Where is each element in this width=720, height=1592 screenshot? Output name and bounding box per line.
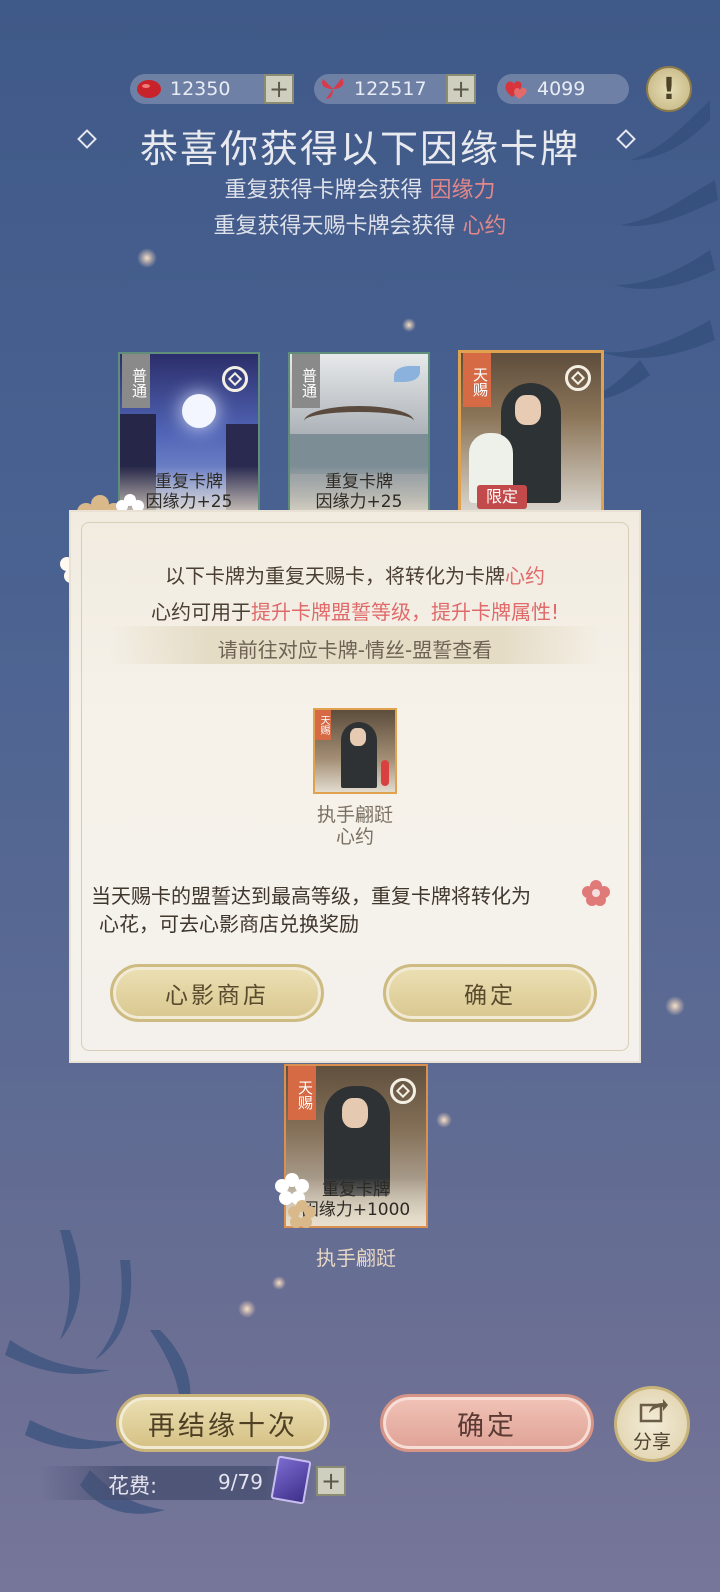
- card-emblem-icon: [565, 365, 591, 391]
- dialog-note-line-2: 心花，可去心影商店兑换奖励: [99, 912, 359, 936]
- add-red-bean-button[interactable]: +: [264, 74, 294, 104]
- share-label: 分享: [632, 1431, 671, 1453]
- heart-amount: 4099: [537, 78, 586, 100]
- butterfly-currency: 122517 +: [314, 74, 476, 104]
- bamboo-decoration-bottom-left: [5, 1230, 191, 1514]
- footer-confirm-button[interactable]: 确定: [380, 1394, 594, 1452]
- subtitle-line-2: 重复获得天赐卡牌会获得 心约: [213, 214, 507, 239]
- red-ribbon-icon: [381, 760, 389, 786]
- sakura-flower-icon: [275, 1173, 316, 1228]
- item-character-face: [350, 728, 366, 746]
- card-duplicate-label: 重复卡牌: [325, 472, 393, 492]
- card-rarity-tag: 天赐: [288, 1066, 316, 1120]
- card-common-2[interactable]: 普通 重复卡牌 因缘力+25: [288, 352, 430, 514]
- share-icon: [639, 1399, 668, 1423]
- subtitle-line-1: 重复获得卡牌会获得 因缘力: [224, 178, 496, 203]
- sparkle: [238, 1300, 256, 1318]
- heart-flower-icon: [582, 880, 610, 906]
- red-bean-amount: 12350: [170, 78, 231, 100]
- add-ticket-button[interactable]: +: [316, 1466, 346, 1496]
- bottom-card-name: 执手翩跹: [316, 1246, 396, 1270]
- share-button[interactable]: 分享: [614, 1386, 690, 1462]
- heart-shadow-shop-button[interactable]: 心影商店: [110, 964, 324, 1022]
- item-rarity-tag: 天赐: [315, 710, 331, 740]
- draw-again-ten-button[interactable]: 再结缘十次: [116, 1394, 330, 1452]
- card-rarity-tag: 普通: [292, 354, 320, 408]
- red-bean-icon: [137, 80, 161, 98]
- sparkle: [436, 1112, 452, 1128]
- dialog-hint: 请前往对应卡牌-情丝-盟誓查看: [217, 638, 493, 662]
- moon: [182, 394, 216, 428]
- add-butterfly-button[interactable]: +: [446, 74, 476, 104]
- dialog-line-2: 心约可用于提升卡牌盟誓等级，提升卡牌属性!: [150, 600, 560, 624]
- cost-value: 9/79: [218, 1470, 263, 1494]
- card-rarity-tag: 普通: [122, 354, 150, 408]
- butterfly-amount: 122517: [354, 78, 427, 100]
- sparkle: [272, 1276, 286, 1290]
- limited-badge: 限定: [477, 485, 527, 509]
- exclamation-info-button[interactable]: !: [646, 66, 692, 112]
- double-heart-icon: [505, 81, 527, 99]
- card-emblem-icon: [390, 1078, 416, 1104]
- page-title: 恭喜你获得以下因缘卡牌: [139, 127, 580, 171]
- sparkle: [665, 996, 685, 1016]
- dialog-note-line-1: 当天赐卡的盟誓达到最高等级，重复卡牌将转化为: [91, 884, 531, 908]
- butterfly-icon: [322, 78, 344, 99]
- heart-promise-item[interactable]: 天赐: [313, 708, 397, 794]
- dialog-line-1: 以下卡牌为重复天赐卡，将转化为卡牌心约: [165, 564, 545, 588]
- character-face: [342, 1098, 368, 1128]
- character-face: [515, 395, 541, 425]
- duplicate-card-dialog: 以下卡牌为重复天赐卡，将转化为卡牌心约 心约可用于提升卡牌盟誓等级，提升卡牌属性…: [69, 510, 641, 1063]
- paper-crane-icon: [394, 366, 420, 382]
- card-tianci-limited[interactable]: 天赐 限定: [458, 350, 604, 514]
- card-rarity-tag: 天赐: [463, 353, 491, 407]
- red-bean-currency: 12350 +: [130, 74, 294, 104]
- dialog-confirm-button[interactable]: 确定: [383, 964, 597, 1022]
- sparkle: [137, 248, 157, 268]
- card-reward-label: 因缘力+25: [315, 492, 403, 512]
- sparkle: [402, 318, 416, 332]
- item-type: 心约: [335, 826, 374, 848]
- card-emblem-icon: [222, 366, 248, 392]
- bridge: [304, 406, 414, 436]
- cost-label: 花费:: [108, 1474, 158, 1498]
- heart-currency: 4099: [497, 74, 629, 104]
